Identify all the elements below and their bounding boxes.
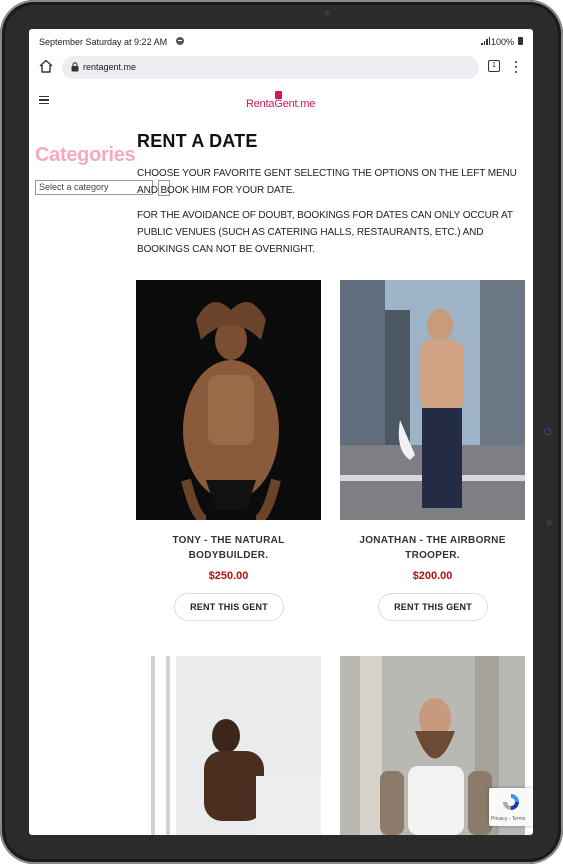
- tablet-frame: September Saturday at 9:22 AM 100% renta…: [0, 0, 563, 864]
- intro-text: CHOOSE YOUR FAVORITE GENT SELECTING THE …: [137, 168, 517, 196]
- side-sensor: [546, 520, 552, 526]
- recaptcha-icon: [503, 794, 519, 810]
- product-name[interactable]: TONY - THE NATURAL BODYBUILDER.: [136, 533, 321, 563]
- notice-text: FOR THE AVOIDANCE OF DOUBT, BOOKINGS FOR…: [137, 210, 513, 255]
- product-name[interactable]: JONATHAN - THE AIRBORNE TROOPER.: [340, 533, 525, 563]
- camera-dot: [324, 10, 330, 16]
- side-button: [544, 428, 551, 435]
- screen: September Saturday at 9:22 AM 100% renta…: [29, 29, 533, 835]
- product-price: $250.00: [208, 570, 249, 582]
- status-bar: September Saturday at 9:22 AM 100%: [29, 29, 533, 53]
- product-image-tony[interactable]: [136, 280, 321, 520]
- rent-button[interactable]: RENT THIS GENT: [378, 593, 488, 621]
- rent-button[interactable]: RENT THIS GENT: [174, 593, 284, 621]
- site-logo[interactable]: RentaGent.me: [246, 91, 321, 111]
- recaptcha-links[interactable]: Privacy - Terms: [491, 816, 525, 822]
- status-time: September Saturday at 9:22 AM: [39, 37, 168, 47]
- browser-toolbar: rentagent.me 1: [29, 53, 533, 83]
- page-title: RENT A DATE: [137, 131, 258, 151]
- category-select[interactable]: Select a category: [35, 180, 153, 195]
- product-image-jonathan[interactable]: [340, 280, 525, 520]
- categories-title: Categories: [35, 144, 136, 166]
- address-bar[interactable]: rentagent.me: [62, 56, 479, 79]
- lock-icon: [71, 62, 79, 72]
- signal-icon: [481, 37, 490, 45]
- product-image-3[interactable]: [136, 656, 321, 835]
- menu-dots-icon[interactable]: [513, 60, 519, 74]
- recaptcha-badge[interactable]: Privacy - Terms: [489, 788, 533, 826]
- battery-percent: 100%: [491, 37, 515, 47]
- url-text: rentagent.me: [83, 62, 137, 72]
- product-price: $200.00: [412, 570, 453, 582]
- home-icon[interactable]: [38, 58, 54, 74]
- hamburger-icon[interactable]: [39, 96, 49, 104]
- battery-icon: [518, 37, 523, 45]
- logo-text: RentaGent.me: [246, 98, 316, 110]
- spotify-icon: [176, 37, 184, 45]
- tabs-icon[interactable]: 1: [488, 60, 500, 72]
